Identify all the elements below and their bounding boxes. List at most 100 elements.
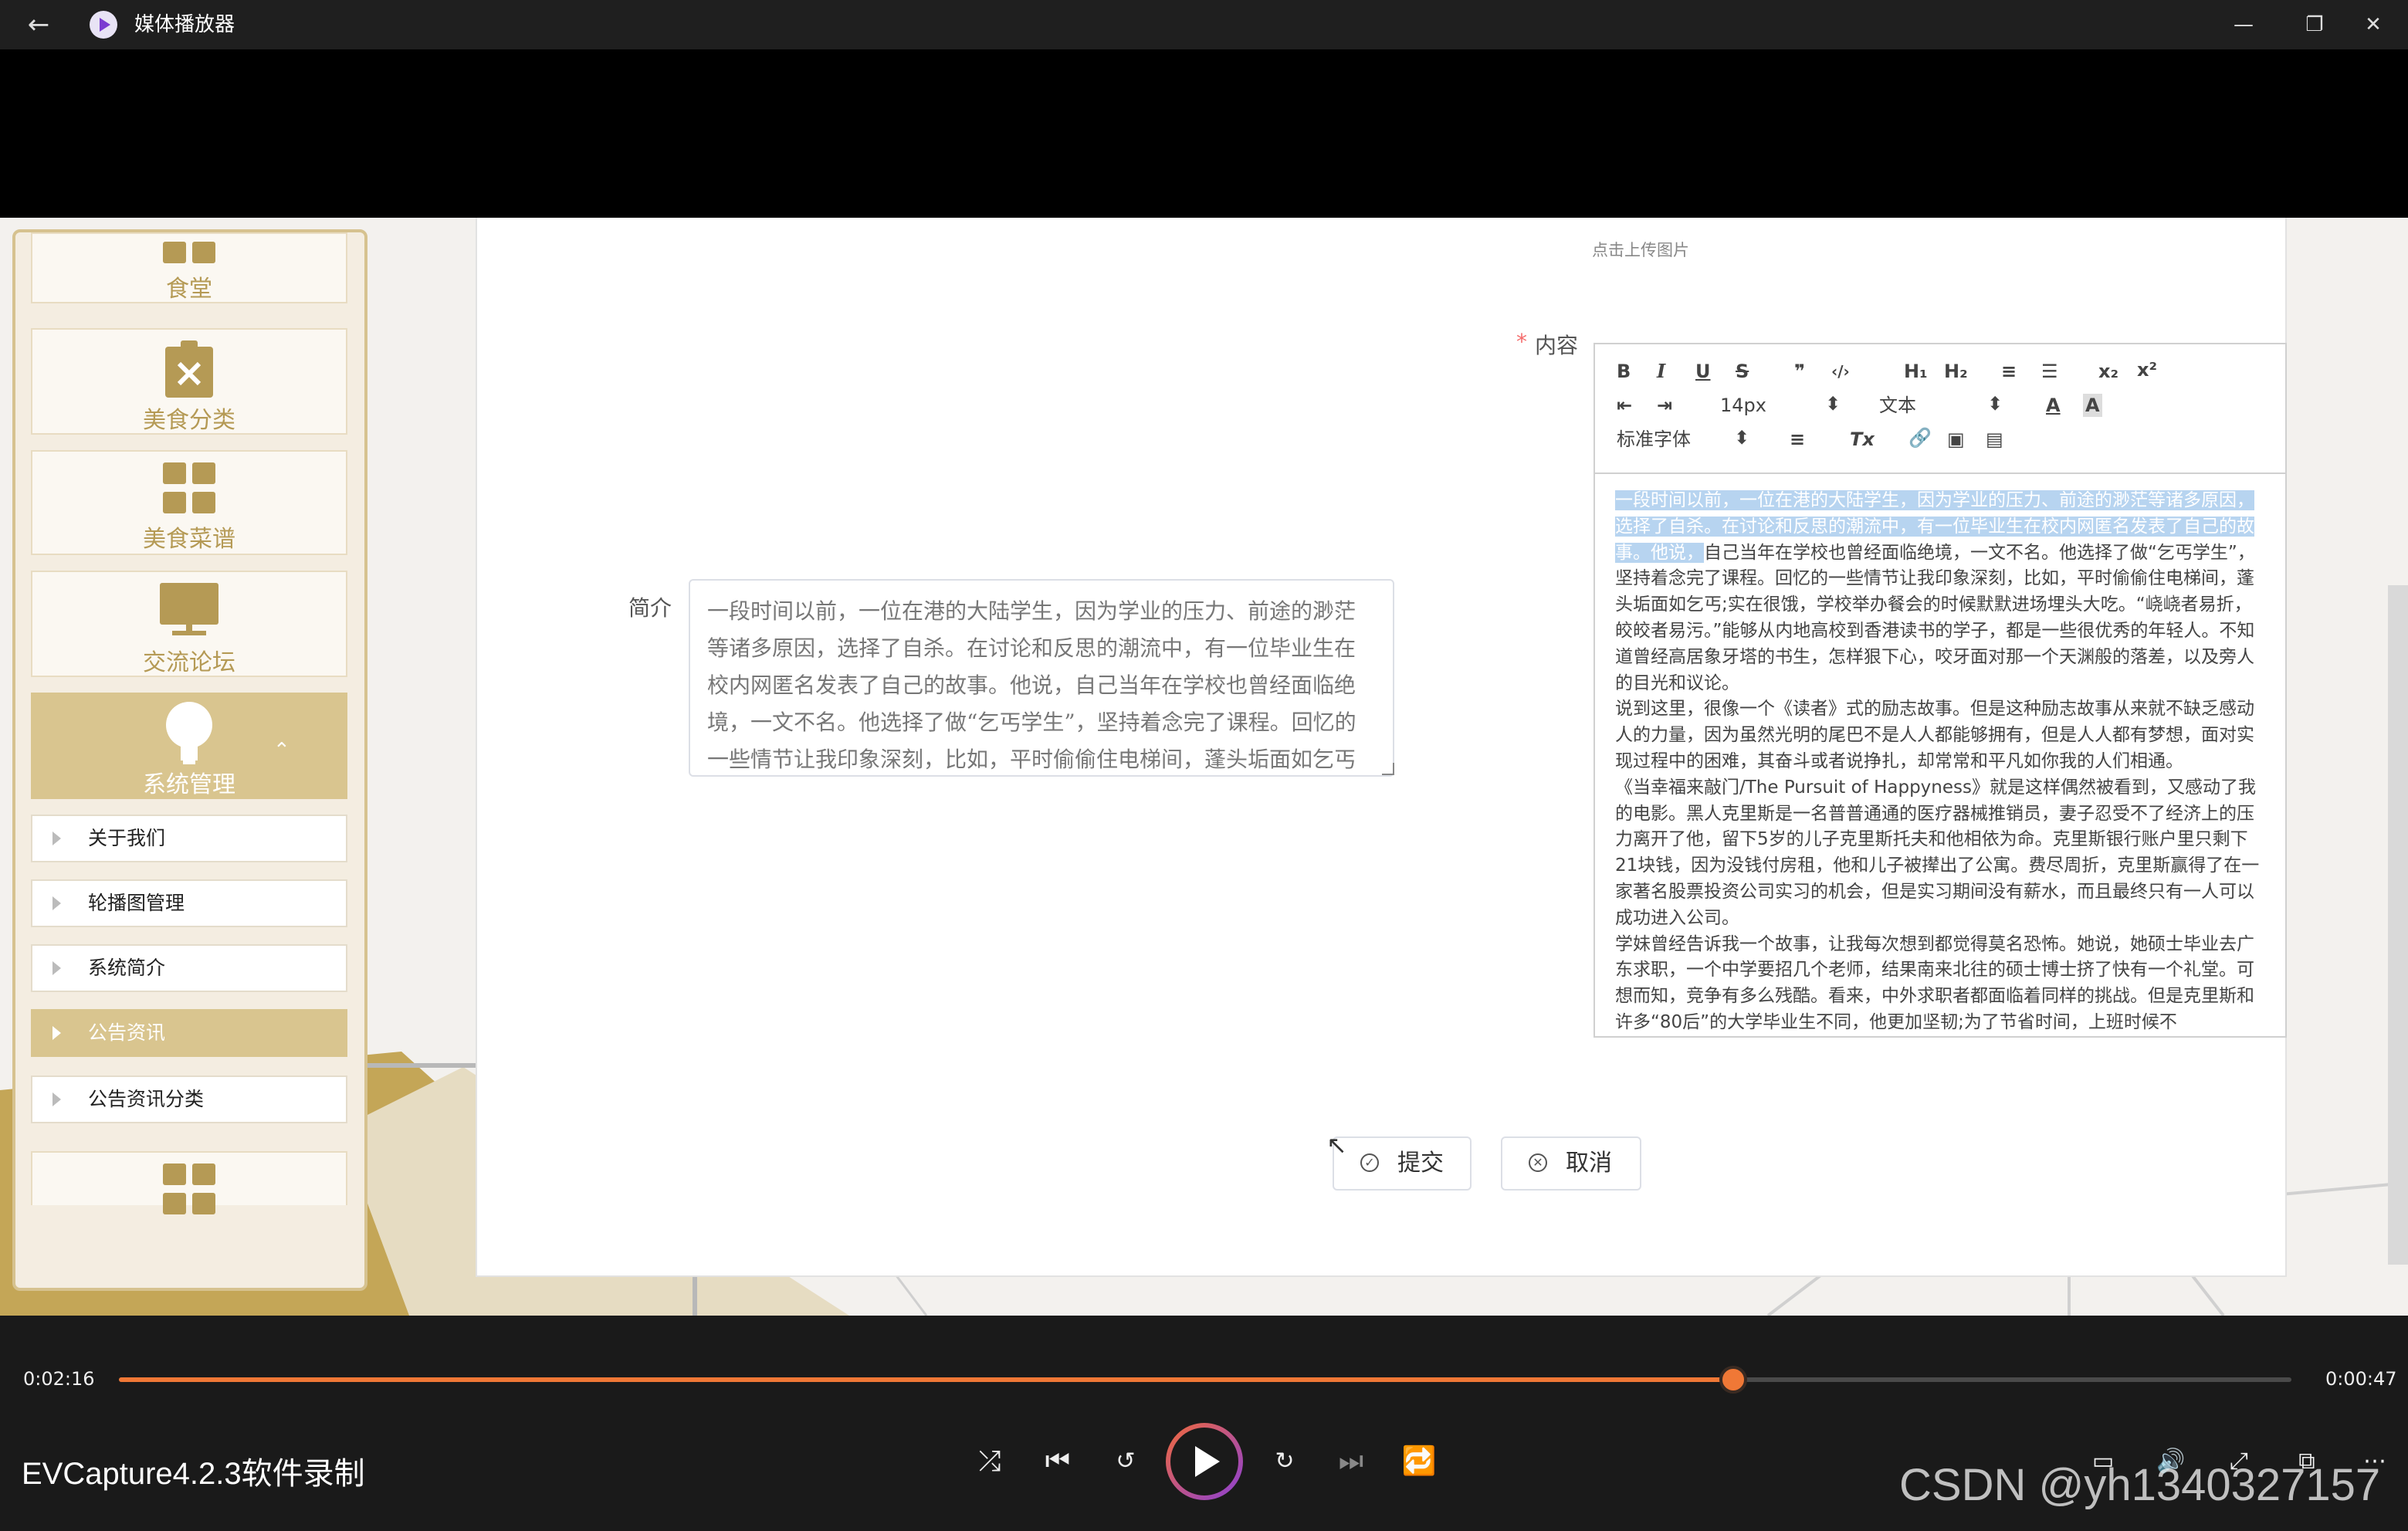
bold-icon[interactable]: B (1617, 360, 1631, 383)
intro-label: 简介 (628, 595, 672, 621)
sidebar-tile-label: 美食菜谱 (143, 526, 235, 553)
chevron-up-icon[interactable]: ⌃ (273, 739, 290, 762)
editor-paragraph: 《当幸福来敲门/The Pursuit of Happyness》就是这样偶然被… (1615, 777, 2260, 928)
elapsed-time: 0:02:16 (23, 1368, 95, 1390)
resize-handle-icon[interactable] (1382, 763, 1394, 775)
rewind-10-icon[interactable]: ↺ (1102, 1438, 1149, 1485)
font-color-icon[interactable]: A (2046, 394, 2061, 417)
content-label: 内容 (1535, 333, 1579, 358)
clipboard-x-icon (165, 340, 213, 398)
minimize-button[interactable]: — (2220, 6, 2267, 43)
sidebar-item-label: 关于我们 (88, 827, 166, 849)
video-frame: 食堂 美食分类 美食菜谱 交流论坛 系统管理 ⌃ 关于我们 轮播图管理 系统简介… (0, 218, 2408, 1316)
sidebar-item-announcements[interactable]: 公告资讯 (31, 1009, 347, 1057)
sidebar-item-label: 轮播图管理 (88, 892, 185, 914)
monitor-icon (160, 583, 218, 637)
italic-icon[interactable]: I (1657, 360, 1665, 383)
sidebar-tile-label: 系统管理 (143, 771, 235, 798)
submit-label: 提交 (1397, 1150, 1444, 1177)
sidebar-item-label: 公告资讯分类 (88, 1088, 205, 1110)
outdent-icon[interactable]: ⇤ (1617, 394, 1632, 417)
bullet-list-icon[interactable]: ☰ (2041, 360, 2058, 383)
editor-content[interactable]: 一段时间以前，一位在港的大陆学生，因为学业的压力、前途的渺茫等诸多原因，选择了自… (1615, 488, 2265, 1036)
caret-right-icon (52, 961, 61, 975)
cancel-button[interactable]: ✕ 取消 (1501, 1136, 1641, 1191)
block-format-select[interactable]: 文本 (1879, 394, 1916, 417)
editor-toolbar: B I U S ❞ ‹/› H₁ H₂ ≡ ☰ x₂ x² ⇤ ⇥ 14px ⬍… (1595, 344, 2285, 474)
forward-30-icon[interactable]: ↻ (1262, 1438, 1308, 1485)
play-button[interactable] (1166, 1423, 1243, 1500)
cancel-label: 取消 (1566, 1150, 1612, 1177)
player-controls: 0:02:16 0:00:47 EVCapture4.2.3软件录制 ⤮ ⏮ ↺… (0, 1316, 2408, 1531)
caret-right-icon (52, 896, 61, 910)
seek-bar-thumb[interactable] (1719, 1366, 1747, 1394)
indent-icon[interactable]: ⇥ (1657, 394, 1672, 417)
caret-right-icon (52, 1092, 61, 1106)
previous-icon[interactable]: ⏮ (1035, 1438, 1081, 1485)
video-icon[interactable]: ▤ (1986, 428, 2003, 451)
ordered-list-icon[interactable]: ≡ (2001, 360, 2017, 383)
heading1-icon[interactable]: H₁ (1904, 360, 1928, 383)
editor-paragraph: 学妹曾经告诉我一个故事，让我每次想到都觉得莫名恐怖。她说，她硕士毕业去广东求职，… (1615, 933, 2254, 1032)
csdn-watermark: CSDN @yh1340327157 (1899, 1460, 2381, 1510)
next-icon[interactable]: ⏭ (1328, 1438, 1374, 1485)
check-circle-icon: ✓ (1360, 1153, 1379, 1172)
sidebar-tile-label: 交流论坛 (143, 649, 235, 676)
font-family-select[interactable]: 标准字体 (1617, 428, 1691, 451)
underline-icon[interactable]: U (1695, 360, 1711, 383)
video-caption: EVCapture4.2.3软件录制 (22, 1457, 365, 1491)
window-title: 媒体播放器 (134, 13, 235, 36)
sidebar-tile-canteen[interactable]: 食堂 (31, 232, 347, 303)
mouse-cursor-icon: ↖ (1326, 1130, 1347, 1160)
grid-icon (163, 242, 215, 265)
blockquote-icon[interactable]: ❞ (1794, 360, 1805, 383)
sidebar-item-label: 公告资讯 (88, 1021, 166, 1044)
sidebar: 食堂 美食分类 美食菜谱 交流论坛 系统管理 ⌃ 关于我们 轮播图管理 系统简介… (12, 229, 367, 1291)
play-icon (1195, 1446, 1220, 1477)
sidebar-item-label: 系统简介 (88, 957, 166, 979)
select-arrows-icon: ⬍ (1987, 393, 2003, 415)
clear-format-icon[interactable]: Tx (1850, 428, 1875, 451)
background-color-icon[interactable]: A (2083, 394, 2102, 417)
caret-right-icon (52, 832, 61, 845)
align-icon[interactable]: ≡ (1790, 428, 1805, 451)
sidebar-tile-system-management[interactable]: 系统管理 ⌃ (31, 693, 347, 799)
sidebar-item-carousel[interactable]: 轮播图管理 (31, 879, 347, 927)
sidebar-item-about-us[interactable]: 关于我们 (31, 815, 347, 862)
restore-button[interactable]: ❐ (2291, 6, 2338, 43)
submit-button[interactable]: ✓ 提交 (1333, 1136, 1472, 1191)
sidebar-tile-recipes[interactable]: 美食菜谱 (31, 450, 347, 555)
code-icon[interactable]: ‹/› (1831, 360, 1850, 383)
image-icon[interactable]: ▣ (1947, 428, 1965, 451)
close-button[interactable]: ✕ (2350, 6, 2396, 43)
link-icon[interactable]: 🔗 (1908, 426, 1932, 449)
sidebar-item-announcement-categories[interactable]: 公告资讯分类 (31, 1075, 347, 1123)
select-arrows-icon: ⬍ (1825, 393, 1841, 415)
intro-textarea[interactable]: 一段时间以前，一位在港的大陆学生，因为学业的压力、前途的渺茫等诸多原因，选择了自… (689, 579, 1394, 777)
shuffle-icon[interactable]: ⤮ (967, 1438, 1013, 1485)
sidebar-tile-forum[interactable]: 交流论坛 (31, 571, 347, 677)
page-scrollbar[interactable] (2388, 585, 2408, 1265)
heading2-icon[interactable]: H₂ (1944, 360, 1968, 383)
seek-bar[interactable] (119, 1366, 2291, 1394)
sidebar-item-system-intro[interactable]: 系统简介 (31, 944, 347, 992)
sidebar-tile-label: 食堂 (166, 276, 212, 303)
superscript-icon[interactable]: x² (2137, 358, 2157, 381)
subscript-icon[interactable]: x₂ (2098, 360, 2118, 383)
grid-icon (163, 462, 215, 513)
sidebar-tile-label: 美食分类 (143, 407, 235, 434)
grid-icon (163, 1163, 215, 1214)
back-arrow-icon[interactable]: ← (22, 8, 56, 42)
seek-bar-progress (119, 1377, 1733, 1382)
sidebar-tile-partial[interactable] (31, 1151, 347, 1214)
sidebar-tile-food-category[interactable]: 美食分类 (31, 328, 347, 435)
strikethrough-icon[interactable]: S (1736, 360, 1749, 383)
font-size-select[interactable]: 14px (1720, 394, 1766, 417)
select-arrows-icon: ⬍ (1734, 427, 1750, 449)
window-titlebar: ← 媒体播放器 — ❐ ✕ (0, 0, 2408, 49)
close-circle-icon: ✕ (1529, 1153, 1547, 1172)
rich-text-editor: B I U S ❞ ‹/› H₁ H₂ ≡ ☰ x₂ x² ⇤ ⇥ 14px ⬍… (1593, 343, 2287, 1038)
upload-hint[interactable]: 点击上传图片 (1592, 238, 1689, 261)
caret-right-icon (52, 1026, 61, 1040)
repeat-icon[interactable]: 🔁 (1396, 1438, 1442, 1485)
